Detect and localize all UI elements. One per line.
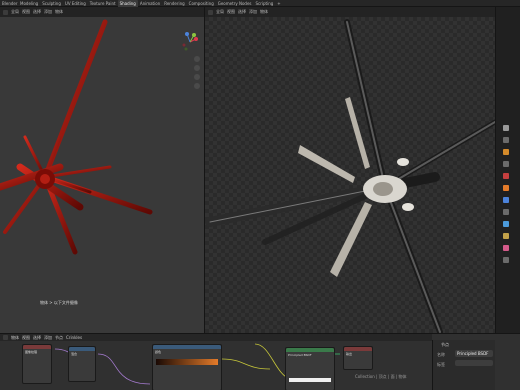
material-icon[interactable] — [503, 245, 509, 251]
top-menu-bar: Blender Modeling Sculpting UV Editing Textu… — [0, 0, 520, 7]
red-rotor-model — [0, 19, 153, 255]
workspace-tab[interactable]: Texture Paint — [88, 0, 118, 7]
object-icon[interactable] — [503, 185, 509, 191]
status-bar-text: Collection | 顶点 | 面 | 物体 — [355, 374, 407, 379]
modifier-icon[interactable] — [503, 197, 509, 203]
workspace-tab[interactable]: Scripting — [254, 0, 276, 7]
viewport-menu-item[interactable]: 物体 — [260, 9, 268, 15]
viewport-menu-item[interactable]: 全局 — [216, 9, 224, 15]
image-texture-node[interactable]: 图像纹理 — [22, 344, 52, 384]
workspace-tab[interactable]: Sculpting — [40, 0, 63, 7]
white-rotor-model — [205, 19, 495, 333]
label-label: 标签 — [437, 362, 445, 367]
viewport-menu-item[interactable]: 视图 — [22, 9, 30, 15]
render-icon[interactable] — [503, 137, 509, 143]
workspace-tab[interactable]: + — [275, 0, 282, 7]
texture-icon[interactable] — [503, 257, 509, 263]
node-label: Principled BSDF — [288, 353, 312, 357]
node-label: 输出 — [346, 352, 353, 356]
workspace-tab[interactable]: Modeling — [18, 0, 40, 7]
view-layer-icon[interactable] — [503, 161, 509, 167]
constraints-icon[interactable] — [503, 233, 509, 239]
node-label: 颜色 — [155, 350, 162, 354]
zoom-icon[interactable] — [194, 56, 200, 62]
workspace-tab[interactable]: Animation — [138, 0, 162, 7]
camera-icon[interactable] — [194, 74, 200, 80]
viewport-menu-item[interactable]: 选择 — [238, 9, 246, 15]
workspace-tab[interactable]: UV Editing — [63, 0, 88, 7]
workspace-tab[interactable]: Geometry Nodes — [216, 0, 254, 7]
viewport-menu-item[interactable]: 添加 — [249, 9, 257, 15]
principled-bsdf-node[interactable]: Principled BSDF — [285, 347, 335, 390]
viewport-menu-item[interactable]: 视图 — [227, 9, 235, 15]
color-ramp-node[interactable]: 颜色 — [152, 344, 222, 390]
viewport-menu-item[interactable]: 物体 — [55, 9, 63, 15]
workspace-tabs: Modeling Sculpting UV Editing Texture Paint… — [18, 0, 283, 7]
node-properties-panel: 节点 名称 Principled BSDF 标签 — [432, 340, 495, 390]
node-name-field[interactable]: Principled BSDF — [455, 350, 493, 357]
node-label-field[interactable] — [455, 360, 493, 366]
mix-node[interactable]: 混合 — [68, 346, 96, 382]
pan-hand-icon[interactable] — [194, 65, 200, 71]
viewport-menu-item[interactable]: 添加 — [44, 9, 52, 15]
name-label: 名称 — [437, 352, 445, 357]
workspace-tab[interactable]: Compositing — [187, 0, 216, 7]
properties-tab-strip — [495, 7, 520, 333]
app-name: Blender — [2, 1, 18, 6]
workspace-tab[interactable]: Shading — [117, 0, 138, 7]
node-label: 图像纹理 — [25, 350, 38, 354]
viewport-status-text: 物体 > 以下文件摄像 — [40, 300, 78, 305]
node-label: 混合 — [71, 352, 78, 356]
right-3d-viewport[interactable] — [205, 17, 495, 333]
grid-icon[interactable] — [194, 83, 200, 89]
color-ramp-bar[interactable] — [156, 359, 218, 365]
color-swatch[interactable] — [289, 378, 331, 382]
viewport-divider[interactable] — [204, 7, 205, 333]
viewport-menu-item[interactable]: 选择 — [33, 9, 41, 15]
left-3d-viewport[interactable] — [0, 17, 204, 333]
panel-title: 节点 — [441, 342, 449, 347]
workspace-tab[interactable]: Rendering — [162, 0, 186, 7]
navigation-gizmo[interactable] — [178, 30, 202, 54]
left-viewport-header: 全局 视图 选择 添加 物体 — [0, 7, 204, 17]
tool-icon[interactable] — [503, 125, 509, 131]
output-icon[interactable] — [503, 149, 509, 155]
viewport-nav-icons — [194, 56, 200, 89]
right-viewport-header: 全局 视图 选择 添加 物体 — [205, 7, 495, 17]
viewport-menu-item[interactable]: 全局 — [11, 9, 19, 15]
editor-type-icon[interactable] — [3, 9, 8, 15]
material-output-node[interactable]: 输出 — [343, 346, 373, 370]
physics-icon[interactable] — [503, 221, 509, 227]
editor-type-icon[interactable] — [208, 9, 213, 15]
particles-icon[interactable] — [503, 209, 509, 215]
scene-icon[interactable] — [503, 173, 509, 179]
